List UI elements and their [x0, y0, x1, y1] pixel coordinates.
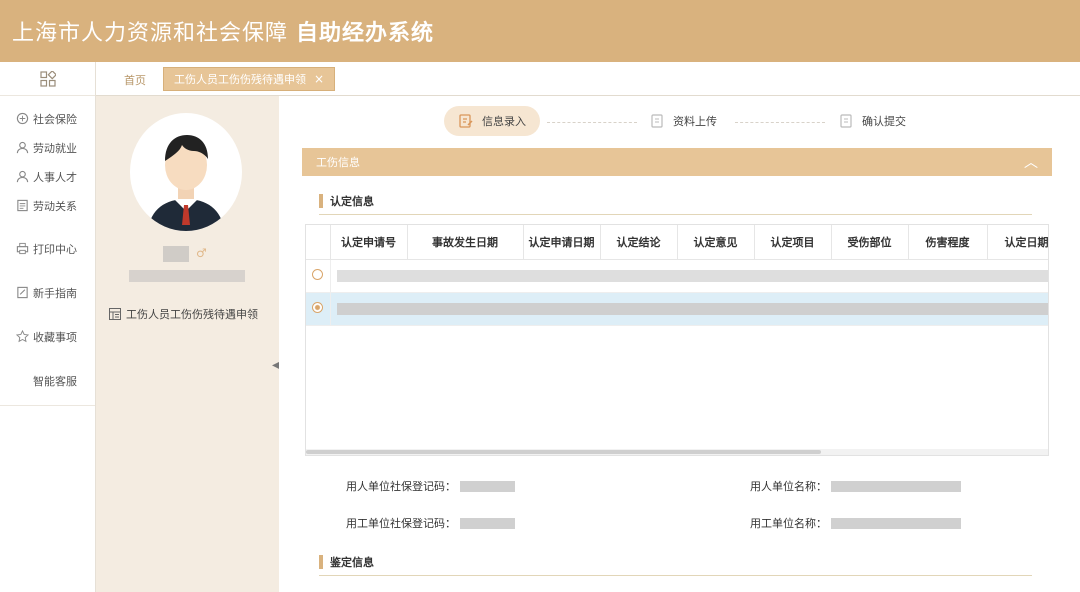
document-icon	[14, 198, 30, 214]
star-icon	[14, 329, 30, 345]
nav-item-personnel[interactable]: 人事人才	[0, 162, 95, 191]
column-header: 事故发生日期	[407, 225, 524, 260]
person-badge-icon	[14, 140, 30, 156]
user-id-redacted	[129, 270, 245, 282]
subhead-label: 认定信息	[330, 195, 374, 208]
person-icon	[14, 169, 30, 185]
horizontal-scrollbar[interactable]	[306, 449, 1048, 455]
user-name-redacted	[163, 246, 189, 262]
step-connector	[735, 122, 825, 123]
nav-item-label: 劳动关系	[33, 199, 77, 213]
section-title: 工伤信息	[316, 156, 360, 169]
nav-item-label: 人事人才	[33, 170, 77, 184]
app-header: 上海市人力资源和社会保障 自助经办系统	[0, 0, 1080, 62]
shield-icon	[14, 111, 30, 127]
avatar	[130, 113, 242, 231]
nav-item-print-center[interactable]: 打印中心	[0, 234, 95, 263]
tab-label: 工伤人员工伤伤残待遇申领	[174, 73, 306, 86]
row-redacted	[336, 302, 1048, 315]
column-header-select	[306, 225, 331, 260]
nav-item-smart-service[interactable]: 智能客服	[0, 366, 95, 395]
nav-item-label: 新手指南	[33, 286, 77, 300]
nav-item-label: 打印中心	[33, 242, 77, 256]
tab-bar: 首页 工伤人员工伤伤残待遇申领 ×	[96, 62, 1080, 96]
nav-item-label: 收藏事项	[33, 330, 77, 344]
field-value-redacted	[831, 517, 961, 529]
nav-item-favorites[interactable]: 收藏事项	[0, 322, 95, 351]
column-header: 认定日期	[987, 225, 1048, 260]
nav-item-label: 智能客服	[33, 374, 77, 388]
app-root: 上海市人力资源和社会保障 自助经办系统 社会保险 劳动就业 人事人才 劳动关系 …	[0, 0, 1080, 592]
field-value-redacted	[460, 517, 515, 529]
step-label: 资料上传	[673, 115, 717, 128]
field-label: 用人单位名称：	[750, 480, 827, 493]
column-header: 认定申请日期	[523, 225, 601, 260]
row-radio[interactable]	[312, 301, 324, 313]
step-label: 信息录入	[482, 115, 526, 128]
nav-item-beginner-guide[interactable]: 新手指南	[0, 278, 95, 307]
table-row-selected[interactable]	[306, 292, 1048, 326]
confirm-doc-icon	[840, 114, 852, 128]
row-redacted	[336, 269, 1048, 282]
printer-icon	[14, 241, 30, 257]
table-header-row: 认定申请号 事故发生日期 认定申请日期 认定结论 认定意见 认定项目 受伤部位 …	[306, 225, 1048, 260]
employer-code-field: 用人单位社保登记码：	[346, 478, 515, 494]
guide-icon	[14, 285, 30, 301]
recognition-table: 认定申请号 事故发生日期 认定申请日期 认定结论 认定意见 认定项目 受伤部位 …	[305, 224, 1049, 456]
work-unit-name-field: 用工单位名称：	[750, 515, 961, 531]
chevron-up-icon[interactable]: ︿	[1024, 152, 1038, 172]
header-title: 上海市人力资源和社会保障	[12, 21, 289, 46]
step-connector	[547, 122, 637, 123]
step-upload-documents[interactable]: 资料上传	[635, 106, 731, 136]
tab-home[interactable]: 首页	[124, 72, 146, 88]
subhead-label: 鉴定信息	[330, 556, 374, 569]
field-label: 用工单位社保登记码：	[346, 517, 456, 530]
step-label: 确认提交	[862, 115, 906, 128]
field-label: 用人单位社保登记码：	[346, 480, 456, 493]
field-value-redacted	[460, 480, 515, 492]
work-unit-code-field: 用工单位社保登记码：	[346, 515, 515, 531]
nav-item-labor-relations[interactable]: 劳动关系	[0, 191, 95, 220]
form-icon	[109, 308, 121, 320]
gender-male-icon: ♂	[196, 246, 207, 260]
upload-doc-icon	[651, 114, 663, 128]
nav-home-button[interactable]	[0, 62, 95, 96]
nav-item-social-insurance[interactable]: 社会保险	[0, 104, 95, 133]
step-info-entry[interactable]: 信息录入	[444, 106, 540, 136]
column-header: 认定申请号	[330, 225, 408, 260]
employer-name-field: 用人单位名称：	[750, 478, 961, 494]
column-header: 受伤部位	[831, 225, 909, 260]
divider	[319, 214, 1032, 215]
nav-item-label: 劳动就业	[33, 141, 77, 155]
main-content: 信息录入 资料上传 确认提交 工伤信息 ︿ 认定信息 认定申请号 事故发生日期 …	[279, 96, 1080, 592]
column-header: 认定项目	[754, 225, 832, 260]
row-radio[interactable]	[312, 268, 324, 280]
progress-steps: 信息录入 资料上传 确认提交	[279, 104, 1080, 140]
nav-item-employment[interactable]: 劳动就业	[0, 133, 95, 162]
apps-icon	[39, 70, 56, 87]
appraisal-info-title: 鉴定信息	[319, 554, 374, 570]
current-task[interactable]: 工伤人员工伤伤残待遇申领	[108, 306, 258, 322]
step-confirm-submit[interactable]: 确认提交	[824, 106, 920, 136]
nav-divider	[0, 405, 95, 406]
scrollbar-thumb[interactable]	[306, 450, 821, 454]
column-header: 认定意见	[677, 225, 755, 260]
nav-item-label: 社会保险	[33, 112, 77, 126]
header-subtitle: 自助经办系统	[296, 21, 435, 46]
field-label: 用工单位名称：	[750, 517, 827, 530]
tab-injury-benefit-application[interactable]: 工伤人员工伤伤残待遇申领 ×	[163, 67, 336, 91]
left-nav: 社会保险 劳动就业 人事人才 劳动关系 打印中心 新手指南 收藏事项 智能客服	[0, 62, 96, 592]
divider	[319, 575, 1032, 576]
table-row[interactable]	[306, 259, 1048, 293]
profile-panel: ♂ 工伤人员工伤伤残待遇申领	[96, 96, 279, 592]
field-value-redacted	[831, 480, 961, 492]
column-header: 认定结论	[600, 225, 678, 260]
column-header: 伤害程度	[908, 225, 988, 260]
close-icon[interactable]: ×	[314, 72, 324, 86]
task-label: 工伤人员工伤伤残待遇申领	[126, 308, 258, 321]
edit-form-icon	[459, 114, 473, 128]
recognition-info-title: 认定信息	[319, 193, 374, 209]
injury-info-section-header[interactable]: 工伤信息 ︿	[302, 148, 1052, 176]
